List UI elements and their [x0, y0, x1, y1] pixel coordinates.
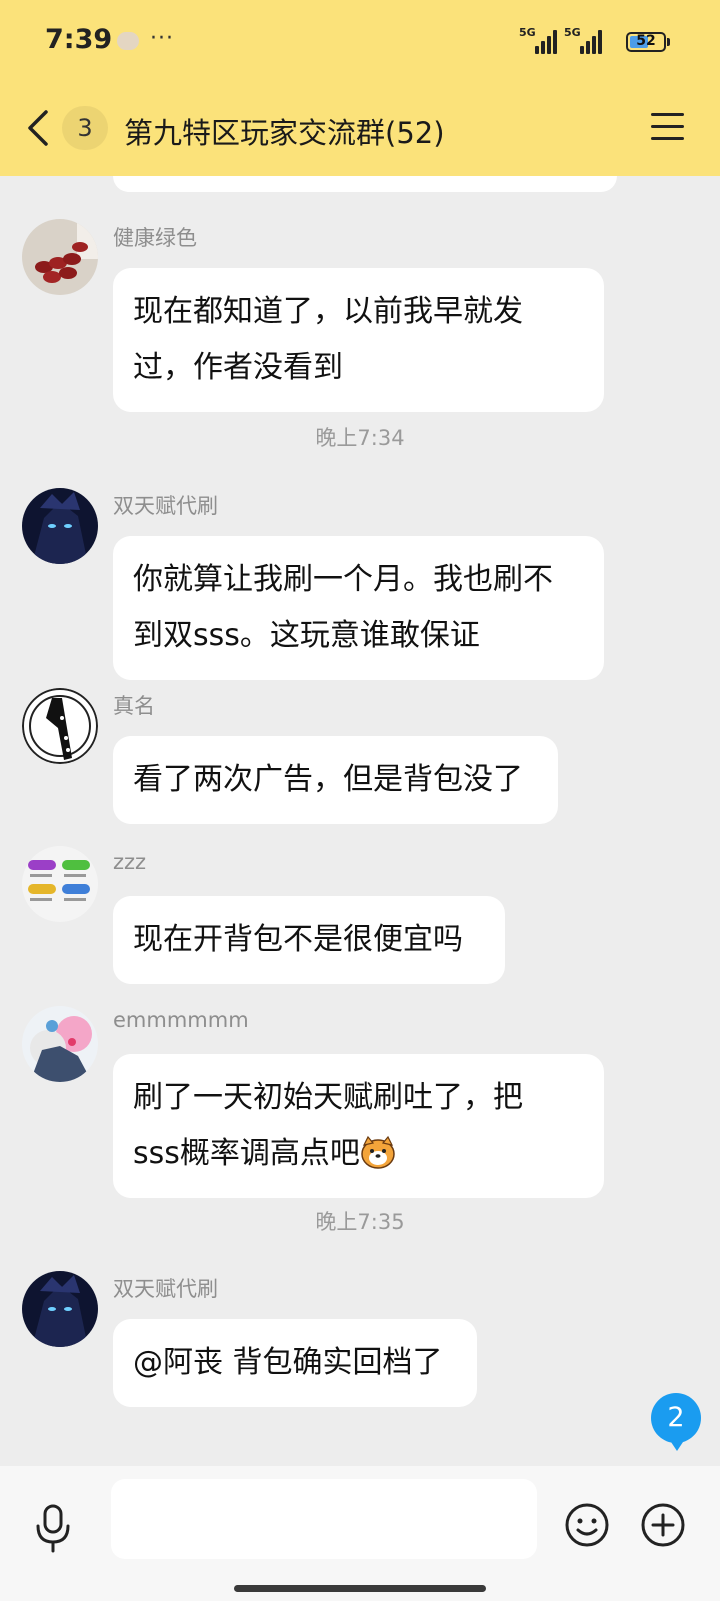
smiley-icon [565, 1503, 609, 1547]
sender-name: 真名 [113, 694, 155, 718]
unread-count-badge[interactable]: 3 [62, 106, 108, 150]
chevron-left-icon [28, 110, 48, 146]
message-input[interactable] [111, 1479, 537, 1559]
emoji-button[interactable] [564, 1502, 610, 1548]
input-bar [0, 1466, 720, 1601]
sender-name: emmmmmm [113, 1008, 249, 1032]
back-button[interactable] [24, 106, 54, 150]
avatar[interactable] [22, 846, 98, 922]
home-indicator[interactable] [234, 1585, 486, 1592]
sender-name: 双天赋代刷 [113, 494, 218, 518]
avatar[interactable] [22, 488, 98, 564]
message-line: 到双sss。这玩意谁敢保证 [133, 618, 480, 653]
sender-name: 健康绿色 [113, 226, 197, 250]
avatar[interactable] [22, 1271, 98, 1347]
status-time: 7:39 [45, 24, 113, 55]
more-notifications-icon: ··· [150, 26, 174, 51]
message-line: 现在都知道了，以前我早就发 [133, 294, 523, 329]
battery-icon: 52 [626, 32, 666, 52]
message-bubble[interactable]: 你就算让我刷一个月。我也刷不 到双sss。这玩意谁敢保证 [113, 536, 604, 680]
message-line: 过，作者没看到 [133, 350, 343, 385]
signal-icon-1: 5G [519, 26, 559, 54]
chat-title: 第九特区玩家交流群(52) [124, 116, 445, 150]
message-line: @阿丧 背包确实回档了 [133, 1345, 443, 1380]
message-line: 你就算让我刷一个月。我也刷不 [133, 562, 553, 597]
message-line: 现在开背包不是很便宜吗 [133, 922, 463, 957]
sender-name: zzz [113, 850, 147, 874]
weather-icon [117, 32, 139, 50]
signal-icon-2: 5G [564, 26, 604, 54]
message-line: 刷了一天初始天赋刷吐了，把 [133, 1080, 523, 1115]
avatar[interactable] [22, 219, 98, 295]
voice-button[interactable] [33, 1502, 73, 1554]
avatar[interactable] [22, 1006, 98, 1082]
message-list[interactable]: 健康绿色 现在都知道了，以前我早就发 过，作者没看到 晚上7:34 双天赋代刷 … [0, 176, 720, 1466]
timestamp: 晚上7:34 [315, 426, 405, 450]
menu-button[interactable] [648, 110, 688, 144]
battery-tip [667, 38, 670, 46]
avatar[interactable] [22, 688, 98, 764]
message-line: 看了两次广告，但是背包没了 [133, 762, 523, 797]
top-bar: 7:39 ··· 5G 5G 52 3 第九特区玩家交流群(52) [0, 0, 720, 176]
previous-message-bubble [113, 176, 617, 192]
plus-icon [641, 1503, 685, 1547]
message-bubble[interactable]: 看了两次广告，但是背包没了 [113, 736, 558, 824]
message-bubble[interactable]: 现在都知道了，以前我早就发 过，作者没看到 [113, 268, 604, 412]
message-bubble[interactable]: 刷了一天初始天赋刷吐了，把 sss概率调高点吧 [113, 1054, 604, 1198]
hamburger-menu-icon [651, 113, 684, 116]
more-actions-button[interactable] [640, 1502, 686, 1548]
timestamp: 晚上7:35 [315, 1210, 405, 1234]
message-bubble[interactable]: 现在开背包不是很便宜吗 [113, 896, 505, 984]
sender-name: 双天赋代刷 [113, 1277, 218, 1301]
message-bubble[interactable]: @阿丧 背包确实回档了 [113, 1319, 477, 1407]
microphone-icon [36, 1504, 70, 1553]
shiba-dog-emoji-icon [360, 1132, 396, 1169]
new-messages-badge[interactable]: 2 [651, 1393, 701, 1451]
message-line: sss概率调高点吧 [133, 1126, 584, 1182]
